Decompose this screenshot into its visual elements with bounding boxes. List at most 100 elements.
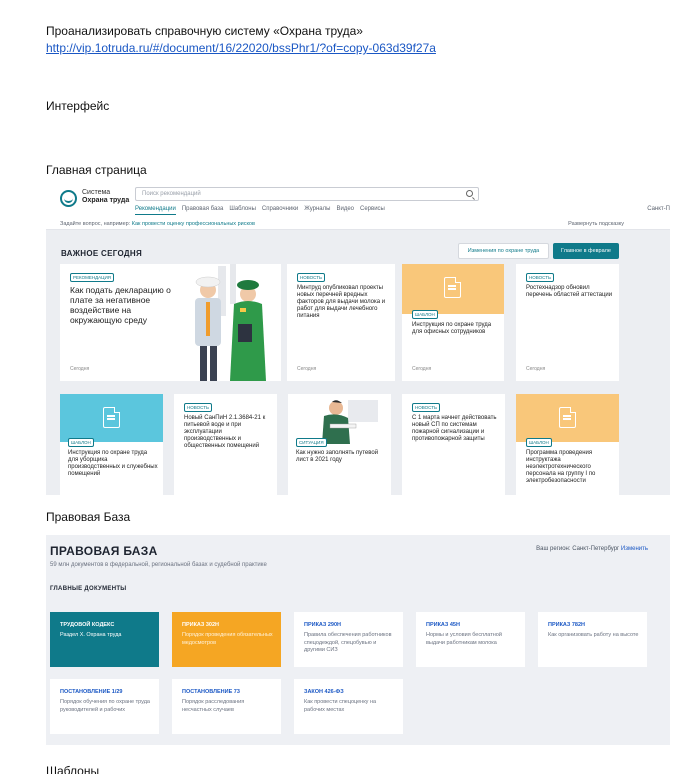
card-tag: СИТУАЦИЯ — [296, 438, 327, 447]
hint-prefix: Задайте вопрос, например: — [60, 221, 131, 227]
nav-recommendations[interactable]: Рекомендации — [135, 206, 176, 215]
card-template-electro[interactable]: ШАБЛОН Программа проведения инструктажа … — [516, 394, 619, 495]
document-heading: Проанализировать справочную систему «Охр… — [46, 24, 363, 38]
logo-icon — [60, 190, 77, 207]
doc-card-title: ПРИКАЗ 302Н — [182, 622, 220, 628]
card-text: Как нужно заполнять путевой лист в 2021 … — [296, 450, 379, 463]
legal-base-title: ПРАВОВАЯ БАЗА — [50, 544, 158, 558]
card-tag: ШАБЛОН — [68, 438, 94, 447]
main-page-screenshot: Система Охрана труда Поиск рекомендаций … — [46, 182, 670, 495]
region-info: Ваш регион: Санкт-Петербург Изменить — [536, 546, 648, 552]
document-icon — [444, 277, 461, 298]
main-nav: Рекомендации Правовая база Шаблоны Справ… — [135, 206, 385, 215]
region-label: Ваш регион: Санкт-Петербург — [536, 546, 620, 552]
expand-hint[interactable]: Развернуть подсказку — [568, 221, 624, 227]
doc-card-labor-code[interactable]: ТРУДОВОЙ КОДЕКС Раздел X. Охрана труда — [50, 612, 159, 667]
section-legal-base: Правовая База — [46, 510, 131, 524]
doc-card-desc: Порядок расследования несчастных случаев — [182, 699, 245, 713]
card-news-rostechnadzor[interactable]: НОВОСТЬ Ростехнадзор обновил перечень об… — [516, 264, 619, 381]
doc-card-desc: Порядок обучения по охране труда руковод… — [60, 699, 150, 713]
changes-button[interactable]: Изменения по охране труда — [458, 243, 549, 259]
card-text: Минтруд опубликовал проекты новых перечн… — [297, 285, 386, 319]
doc-card-title: ПРИКАЗ 782Н — [548, 622, 586, 628]
card-news-mintrud[interactable]: НОВОСТЬ Минтруд опубликовал проекты новы… — [287, 264, 395, 381]
section-templates: Шаблоны — [46, 764, 100, 774]
doc-card-desc: Как организовать работу на высоте — [548, 632, 639, 638]
region-selector[interactable]: Санкт-П — [647, 206, 670, 212]
doc-card-resolution-1-29[interactable]: ПОСТАНОВЛЕНИЕ 1/29 Порядок обучения по о… — [50, 679, 159, 734]
card-tag: ШАБЛОН — [412, 310, 438, 319]
february-button[interactable]: Главное в феврале — [553, 243, 619, 259]
card-text: Инструкция по охране труда для офисных с… — [412, 322, 492, 335]
card-date: Сегодня — [70, 366, 90, 372]
template-banner — [516, 394, 619, 442]
search-icon[interactable] — [466, 190, 473, 197]
doc-card-order-302n[interactable]: ПРИКАЗ 302Н Порядок проведения обязатель… — [172, 612, 281, 667]
card-template-cleaner[interactable]: ШАБЛОН Инструкция по охране труда для уб… — [60, 394, 163, 495]
important-today-title: ВАЖНОЕ СЕГОДНЯ — [61, 249, 143, 258]
card-date: Сегодня — [526, 366, 546, 372]
card-news-sanpin[interactable]: НОВОСТЬ Новый СанПиН 2.1.3684-21 к питье… — [174, 394, 277, 495]
doc-card-desc: Нормы и условия бесплатной выдачи работн… — [426, 632, 502, 646]
legal-base-subtitle: 59 млн документов в федеральной, региона… — [50, 562, 267, 568]
card-text: Программа проведения инструктажа неэлект… — [526, 450, 596, 484]
document-link[interactable]: http://vip.1otruda.ru/#/document/16/2202… — [46, 41, 436, 55]
template-banner — [60, 394, 163, 442]
logo-line2: Охрана труда — [82, 197, 130, 204]
legal-base-screenshot: ПРАВОВАЯ БАЗА 59 млн документов в федера… — [46, 535, 670, 745]
driver-illustration — [288, 394, 391, 444]
template-banner — [402, 264, 504, 314]
doc-card-title: ТРУДОВОЙ КОДЕКС — [60, 622, 115, 628]
card-date: Сегодня — [297, 366, 317, 372]
section-interface: Интерфейс — [46, 99, 110, 113]
nav-references[interactable]: Справочники — [262, 206, 298, 215]
doc-card-title: ПРИКАЗ 290Н — [304, 622, 342, 628]
card-recommendation[interactable]: РЕКОМЕНДАЦИЯ Как подать декларацию о пла… — [60, 264, 281, 381]
nav-services[interactable]: Сервисы — [360, 206, 385, 215]
card-text: С 1 марта начнет действовать новый СП по… — [412, 415, 497, 442]
card-date: Сегодня — [412, 366, 432, 372]
region-change-link[interactable]: Изменить — [621, 546, 648, 552]
doc-card-title: ПОСТАНОВЛЕНИЕ 73 — [182, 689, 240, 695]
card-text: Инструкция по охране труда для уборщика … — [68, 450, 158, 477]
doc-card-title: ЗАКОН 426-ФЗ — [304, 689, 344, 695]
card-tag: НОВОСТЬ — [412, 403, 440, 412]
doc-card-resolution-73[interactable]: ПОСТАНОВЛЕНИЕ 73 Порядок расследования н… — [172, 679, 281, 734]
card-tag: НОВОСТЬ — [526, 273, 554, 282]
card-tag: НОВОСТЬ — [184, 403, 212, 412]
document-icon — [103, 407, 120, 428]
hint-bar: Задайте вопрос, например: Как провести о… — [60, 221, 255, 227]
card-tag: ШАБЛОН — [526, 438, 552, 447]
search-input[interactable]: Поиск рекомендаций — [135, 187, 479, 201]
section-main-page: Главная страница — [46, 163, 147, 177]
doc-card-title: ПОСТАНОВЛЕНИЕ 1/29 — [60, 689, 123, 695]
doc-card-desc: Порядок проведения обязательных медосмот… — [182, 632, 273, 646]
doc-card-title: ПРИКАЗ 45Н — [426, 622, 460, 628]
doc-card-order-45n[interactable]: ПРИКАЗ 45Н Нормы и условия бесплатной вы… — [416, 612, 525, 667]
nav-journals[interactable]: Журналы — [304, 206, 330, 215]
main-documents-title: ГЛАВНЫЕ ДОКУМЕНТЫ — [50, 586, 127, 592]
workers-illustration — [178, 264, 281, 381]
doc-card-desc: Правила обеспечения работников спецодежд… — [304, 632, 392, 653]
doc-card-desc: Как провести спецоценку на рабочих места… — [304, 699, 377, 713]
card-text: Ростехнадзор обновил перечень областей а… — [526, 285, 613, 298]
nav-video[interactable]: Видео — [336, 206, 354, 215]
card-tag: НОВОСТЬ — [297, 273, 325, 282]
card-text: Новый СанПиН 2.1.3684-21 к питьевой воде… — [184, 415, 266, 449]
document-icon — [559, 407, 576, 428]
doc-card-order-782n[interactable]: ПРИКАЗ 782Н Как организовать работу на в… — [538, 612, 647, 667]
app-header: Система Охрана труда Поиск рекомендаций … — [46, 182, 670, 230]
card-situation[interactable]: СИТУАЦИЯ Как нужно заполнять путевой лис… — [288, 394, 391, 495]
logo-line1: Система — [82, 189, 111, 196]
nav-legal-base[interactable]: Правовая база — [182, 206, 223, 215]
doc-card-desc: Раздел X. Охрана труда — [60, 632, 122, 638]
search-placeholder: Поиск рекомендаций — [142, 191, 201, 197]
card-news-fire[interactable]: НОВОСТЬ С 1 марта начнет действовать нов… — [402, 394, 505, 495]
doc-card-law-426[interactable]: ЗАКОН 426-ФЗ Как провести спецоценку на … — [294, 679, 403, 734]
hint-link[interactable]: Как провести оценку профессиональных рис… — [132, 221, 255, 227]
card-tag: РЕКОМЕНДАЦИЯ — [70, 273, 114, 282]
card-template-office[interactable]: ШАБЛОН Инструкция по охране труда для оф… — [402, 264, 504, 381]
doc-card-order-290n[interactable]: ПРИКАЗ 290Н Правила обеспечения работник… — [294, 612, 403, 667]
nav-templates[interactable]: Шаблоны — [229, 206, 256, 215]
card-text: Как подать декларацию о плате за негатив… — [70, 285, 171, 325]
